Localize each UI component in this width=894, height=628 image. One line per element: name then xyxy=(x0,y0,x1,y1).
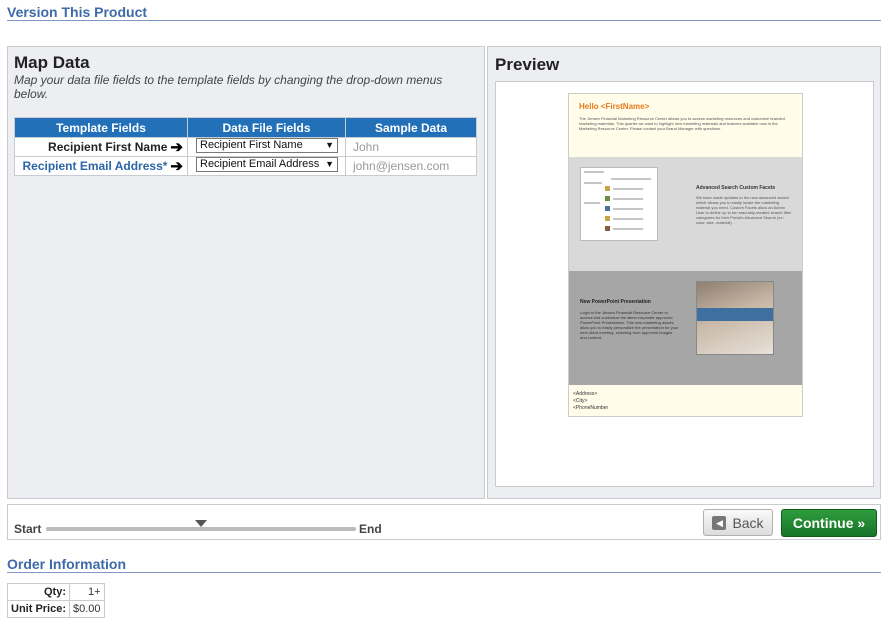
preview-box: Hello <FirstName> The Jensen Financial M… xyxy=(495,81,874,487)
preview-document[interactable]: Hello <FirstName> The Jensen Financial M… xyxy=(568,93,803,417)
doc-feature-band-1: Advanced Search Custom Facets We have ma… xyxy=(569,157,802,271)
back-arrow-icon: ◀ xyxy=(712,515,727,530)
progress-start-label: Start xyxy=(14,522,42,536)
doc-screenshot-image xyxy=(580,167,658,241)
doc-feature-1-text: We have made updates to the new advanced… xyxy=(696,195,792,225)
preview-panel: Preview Hello <FirstName> The Jensen Fin… xyxy=(487,46,881,499)
right-arrow-icon: ➔ xyxy=(170,139,183,156)
table-row: Recipient Email Address* ➔ Recipient Emai… xyxy=(14,156,477,176)
doc-address-block: <Address> <City> <PhoneNumber xyxy=(573,391,608,412)
data-field-selected-value: Recipient Email Address xyxy=(200,158,320,170)
sample-data-cell: John xyxy=(345,137,477,157)
preview-title: Preview xyxy=(495,55,560,74)
qty-value: 1+ xyxy=(69,583,105,601)
field-mapping-table: Template Fields Data File Fields Sample … xyxy=(14,117,477,176)
map-data-title: Map Data xyxy=(14,53,90,72)
doc-address-line: <City> xyxy=(573,398,588,404)
template-field-label: Recipient First Name xyxy=(48,140,168,154)
column-header-template-fields: Template Fields xyxy=(14,117,188,138)
doc-feature-1-title: Advanced Search Custom Facets xyxy=(696,185,776,191)
dropdown-caret-icon: ▼ xyxy=(325,140,334,150)
table-row: Qty: 1+ xyxy=(7,583,105,601)
order-info-header: Order Information xyxy=(7,556,881,573)
back-button[interactable]: ◀ Back xyxy=(703,509,773,536)
column-header-data-file-fields: Data File Fields xyxy=(187,117,346,138)
doc-greeting: Hello <FirstName> xyxy=(579,102,650,111)
column-header-sample-data: Sample Data xyxy=(345,117,477,138)
data-field-cell: Recipient First Name ▼ xyxy=(187,137,346,157)
doc-feature-band-2: New PowerPoint Presentation Login to the… xyxy=(569,271,802,385)
table-row: Recipient First Name ➔ Recipient First Na… xyxy=(14,137,477,157)
progress-track xyxy=(46,527,356,531)
sample-data-cell: john@jensen.com xyxy=(345,156,477,176)
qty-label: Qty: xyxy=(7,583,70,601)
order-info-title: Order Information xyxy=(7,556,127,572)
unit-price-value: $0.00 xyxy=(69,600,105,618)
map-data-panel: Map Data Map your data file fields to th… xyxy=(7,46,485,499)
doc-presentation-photo xyxy=(696,281,774,355)
data-field-cell: Recipient Email Address ▼ xyxy=(187,156,346,176)
doc-feature-2-text: Login to the Jensen Financial Resource C… xyxy=(580,310,679,340)
template-field-cell: Recipient Email Address* ➔ xyxy=(14,156,188,176)
doc-photo-banner xyxy=(697,308,773,321)
version-title: Version This Product xyxy=(7,4,148,20)
template-field-cell: Recipient First Name ➔ xyxy=(14,137,188,157)
back-button-label: Back xyxy=(732,514,764,531)
unit-price-label: Unit Price: xyxy=(7,600,70,618)
progress-end-label: End xyxy=(359,522,382,536)
doc-feature-2-title: New PowerPoint Presentation xyxy=(580,299,651,305)
template-field-label: Recipient Email Address* xyxy=(22,159,168,173)
data-field-select[interactable]: Recipient Email Address ▼ xyxy=(196,157,338,172)
table-row: Unit Price: $0.00 xyxy=(7,600,105,618)
continue-button-label: Continue » xyxy=(792,515,866,531)
progress-marker xyxy=(195,520,207,527)
right-arrow-icon: ➔ xyxy=(170,158,183,175)
doc-address-line: <Address> xyxy=(573,391,598,397)
dropdown-caret-icon: ▼ xyxy=(325,159,334,169)
data-field-selected-value: Recipient First Name xyxy=(200,139,303,151)
wizard-nav-bar: Start End ◀ Back Continue » xyxy=(7,504,881,540)
continue-button[interactable]: Continue » xyxy=(781,509,877,537)
version-header: Version This Product xyxy=(7,4,881,21)
data-field-select[interactable]: Recipient First Name ▼ xyxy=(196,138,338,153)
order-info-table: Qty: 1+ Unit Price: $0.00 xyxy=(7,583,105,618)
doc-intro-text: The Jensen Financial Marketing Resource … xyxy=(579,116,785,131)
map-data-description: Map your data file fields to the templat… xyxy=(14,73,443,101)
doc-address-line: <PhoneNumber xyxy=(573,405,609,411)
